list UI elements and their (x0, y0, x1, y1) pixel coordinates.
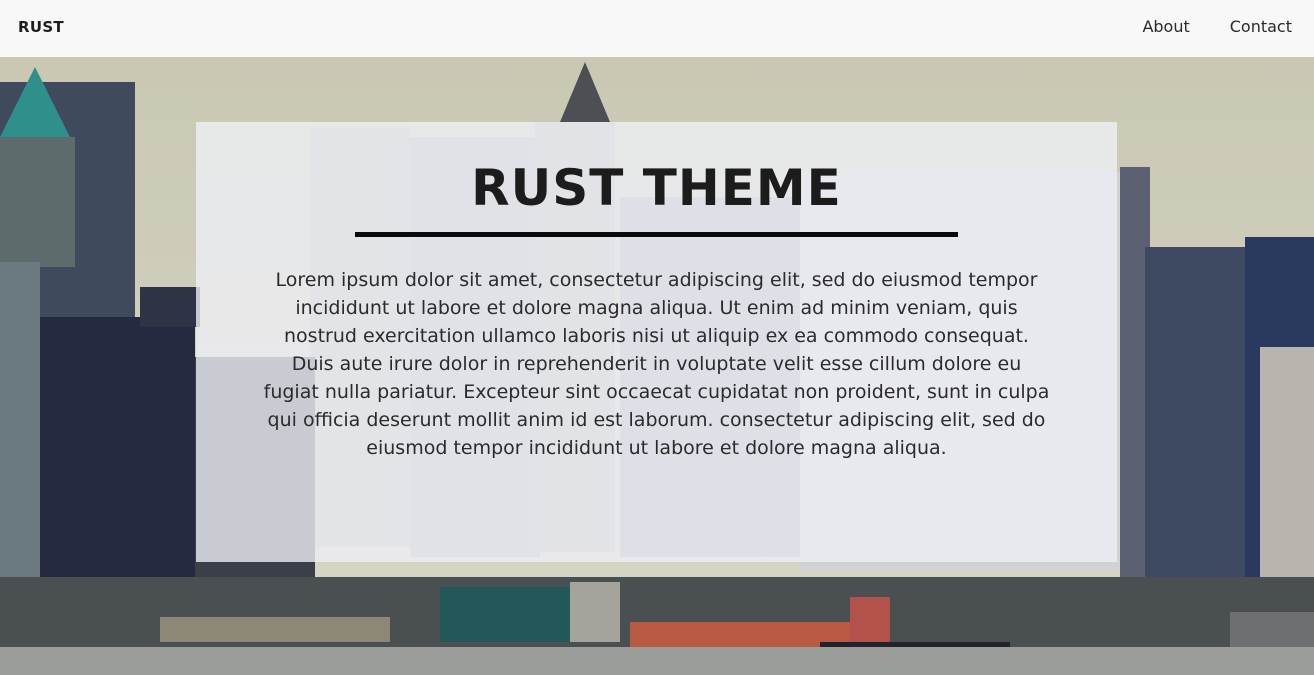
hero-section: RUST THEME Lorem ipsum dolor sit amet, c… (0, 57, 1314, 675)
hero-body-text: Lorem ipsum dolor sit amet, consectetur … (263, 269, 1050, 459)
hero-card: RUST THEME Lorem ipsum dolor sit amet, c… (196, 122, 1117, 562)
hero-title: RUST THEME (471, 159, 842, 217)
brand-logo-link[interactable]: RUST (18, 18, 64, 36)
title-divider (355, 232, 958, 237)
nav-link-about[interactable]: About (1142, 17, 1189, 36)
nav-links: About Contact (1142, 17, 1292, 36)
top-navbar: RUST About Contact (0, 0, 1314, 57)
nav-link-contact[interactable]: Contact (1230, 17, 1292, 36)
